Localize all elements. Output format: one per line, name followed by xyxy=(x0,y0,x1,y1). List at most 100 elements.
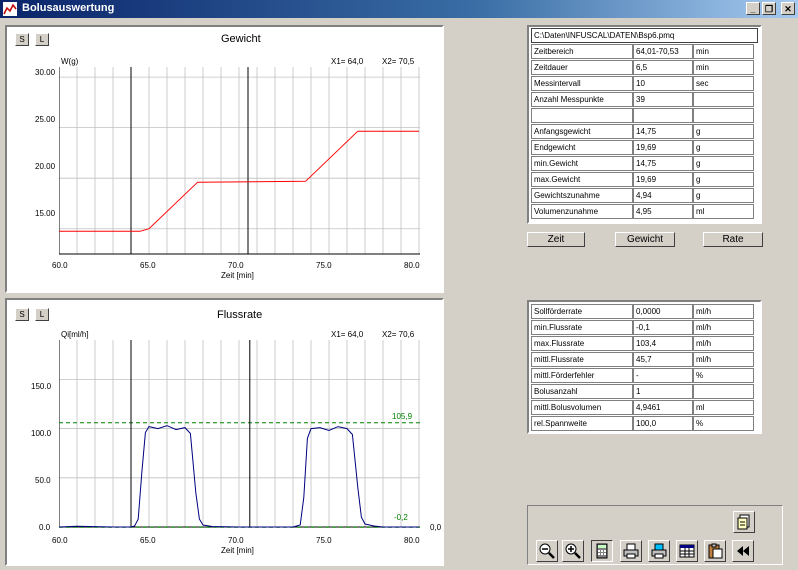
calculator-icon xyxy=(596,543,608,559)
chart1-title: Gewicht xyxy=(221,33,261,45)
flow-table-cell xyxy=(693,384,754,399)
minimize-button[interactable]: _ xyxy=(746,2,760,15)
restore-button[interactable]: ❐ xyxy=(762,2,776,15)
flow-table-cell: % xyxy=(693,368,754,383)
flow-table-cell: max.Flussrate xyxy=(531,336,633,351)
flow-table-cell: 0,0000 xyxy=(633,304,693,319)
weight-table-cell: 64,01-70,53 xyxy=(633,44,693,59)
flow-table-cell: 45,7 xyxy=(633,352,693,367)
weight-chart-panel: S L Gewicht W(g) X1= 64,0 X2= 70,5 30.00… xyxy=(5,25,444,293)
flow-table-cell: - xyxy=(633,368,693,383)
print-color-button[interactable] xyxy=(648,540,670,562)
chart1-xtick: 75.0 xyxy=(316,261,332,270)
weight-table-cell: g xyxy=(693,188,754,203)
clipboard-button[interactable] xyxy=(704,540,726,562)
flow-table-cell: Sollförderrate xyxy=(531,304,633,319)
chart2-xtick: 65.0 xyxy=(140,536,156,545)
chart2-ylabel: Qi[ml/h] xyxy=(61,330,89,339)
chart2-xtick: 60.0 xyxy=(52,536,68,545)
flow-table-cell: -0,1 xyxy=(633,320,693,335)
weight-table-cell: sec xyxy=(693,76,754,91)
weight-table-cell xyxy=(633,108,693,123)
calculator-button[interactable] xyxy=(591,540,613,562)
chart2-right-zero: 0,0 xyxy=(430,523,442,532)
flow-chart-panel: S L Flussrate Qi[ml/h] X1= 64,0 X2= 70,6… xyxy=(5,298,444,566)
chart2-xtick: 70.0 xyxy=(228,536,244,545)
file-path: C:\Daten\INFUSCAL\DATEN\Bsp6.pmq xyxy=(531,28,758,43)
weight-table-cell: 4,94 xyxy=(633,188,693,203)
chart2-l-button[interactable]: L xyxy=(35,308,49,321)
chart1-l-button[interactable]: L xyxy=(35,33,49,46)
weight-table-cell: 14,75 xyxy=(633,124,693,139)
chart1-xtick: 60.0 xyxy=(52,261,68,270)
weight-table-cell: Volumenzunahme xyxy=(531,204,633,219)
weight-table-cell: Anzahl Messpunkte xyxy=(531,92,633,107)
app-icon xyxy=(3,2,17,16)
weight-table-cell: g xyxy=(693,124,754,139)
chart2-ytick: 50.0 xyxy=(35,476,51,485)
table-button[interactable] xyxy=(676,540,698,562)
weight-table-cell: Gewichtszunahme xyxy=(531,188,633,203)
flow-chart xyxy=(59,340,420,528)
chart2-ytick: 0.0 xyxy=(39,523,51,532)
weight-table-cell: g xyxy=(693,172,754,187)
weight-table-cell: 6,5 xyxy=(633,60,693,75)
flow-table-cell: 100,0 xyxy=(633,416,693,431)
chart1-ytick: 25.00 xyxy=(35,115,56,124)
copy-button[interactable] xyxy=(733,511,755,533)
weight-table-cell: 4,95 xyxy=(633,204,693,219)
rewind-button[interactable] xyxy=(732,540,754,562)
zoom-out-icon xyxy=(539,543,555,559)
chart2-ytick: 100.0 xyxy=(31,429,52,438)
chart2-x1-label: X1= 64,0 xyxy=(331,330,364,339)
chart2-xtick: 80.0 xyxy=(404,536,420,545)
table-icon xyxy=(679,544,695,558)
weight-chart xyxy=(59,67,420,255)
chart1-x1-label: X1= 64,0 xyxy=(331,57,364,66)
window-title: Bolusauswertung xyxy=(22,2,115,14)
chart1-xlabel: Zeit [min] xyxy=(221,271,254,280)
flow-table-cell: mittl.Bolusvolumen xyxy=(531,400,633,415)
flow-table-cell: Bolusanzahl xyxy=(531,384,633,399)
weight-table-cell: Endgewicht xyxy=(531,140,633,155)
print-button[interactable] xyxy=(620,540,642,562)
weight-table-cell: Zeitbereich xyxy=(531,44,633,59)
flow-table-cell: ml/h xyxy=(693,304,754,319)
weight-table-cell: Messintervall xyxy=(531,76,633,91)
weight-table-cell: min xyxy=(693,44,754,59)
rewind-icon xyxy=(737,546,749,556)
close-button[interactable]: ✕ xyxy=(781,2,795,15)
chart2-title: Flussrate xyxy=(217,309,263,321)
weight-table-cell: Anfangsgewicht xyxy=(531,124,633,139)
zoom-in-icon xyxy=(565,543,581,559)
chart1-s-button[interactable]: S xyxy=(15,33,29,46)
zoom-in-button[interactable] xyxy=(562,540,584,562)
flow-table-cell: min.Flussrate xyxy=(531,320,633,335)
weight-table-cell: ml xyxy=(693,204,754,219)
zoom-out-button[interactable] xyxy=(536,540,558,562)
title-bar: Bolusauswertung _ ❐ ✕ xyxy=(0,0,798,18)
weight-table-cell: 19,69 xyxy=(633,140,693,155)
flow-table-cell: 103,4 xyxy=(633,336,693,351)
weight-table-cell: min.Gewicht xyxy=(531,156,633,171)
flow-table-cell: ml/h xyxy=(693,352,754,367)
chart1-x2-label: X2= 70,5 xyxy=(382,57,415,66)
weight-table-cell: 19,69 xyxy=(633,172,693,187)
flow-table-cell: ml xyxy=(693,400,754,415)
weight-table-cell: 14,75 xyxy=(633,156,693,171)
weight-table-cell: 39 xyxy=(633,92,693,107)
weight-table-cell: max.Gewicht xyxy=(531,172,633,187)
chart1-ytick: 20.00 xyxy=(35,162,56,171)
gewicht-button[interactable]: Gewicht xyxy=(615,232,675,247)
weight-table-cell: g xyxy=(693,156,754,171)
chart1-ylabel: W(g) xyxy=(61,57,79,66)
stats-table-flow: Sollförderrate 0,0000 ml/h min.Flussrate -0,… xyxy=(527,300,762,434)
flow-table-cell: mittl.Flussrate xyxy=(531,352,633,367)
chart2-ytick: 150.0 xyxy=(31,382,52,391)
print-icon xyxy=(623,543,639,559)
zeit-button[interactable]: Zeit xyxy=(527,232,585,247)
chart1-xtick: 70.0 xyxy=(228,261,244,270)
chart2-s-button[interactable]: S xyxy=(15,308,29,321)
rate-button[interactable]: Rate xyxy=(703,232,763,247)
chart2-x2-label: X2= 70,6 xyxy=(382,330,415,339)
